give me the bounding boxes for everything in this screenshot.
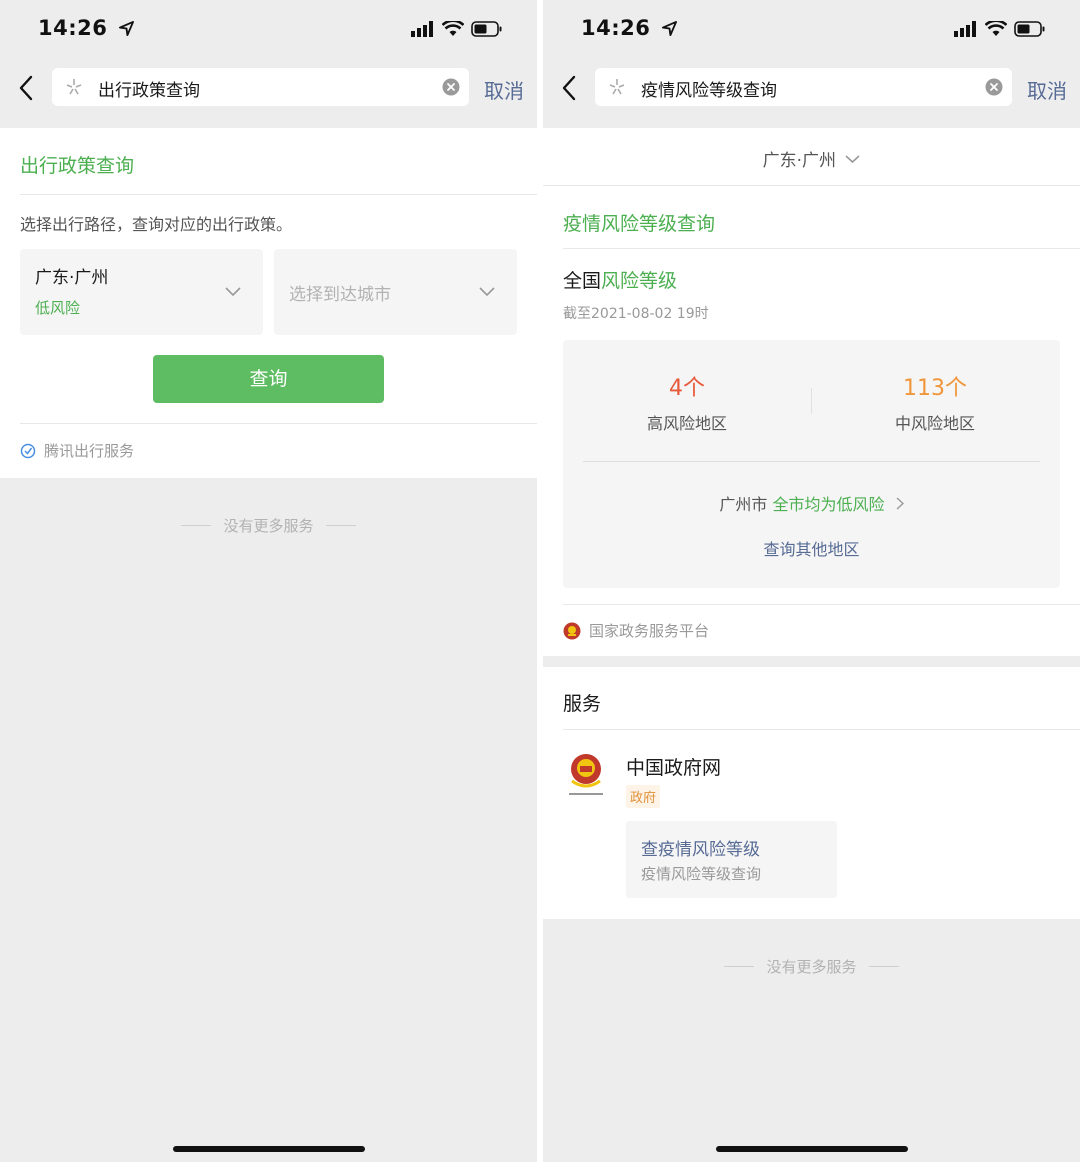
- service-action-subtitle: 疫情风险等级查询: [641, 865, 762, 883]
- gov-emblem-icon: [569, 754, 603, 795]
- no-more-label: 没有更多服务: [223, 517, 314, 535]
- source-row[interactable]: 腾讯出行服务: [20, 440, 134, 461]
- search-row: 出行政策查询 取消: [0, 60, 537, 128]
- clear-icon[interactable]: [442, 78, 460, 96]
- query-other-regions-link[interactable]: 查询其他地区: [563, 536, 1060, 560]
- chevron-right-icon: [896, 497, 904, 510]
- search-query: 出行政策查询: [98, 81, 200, 101]
- card-title: 出行政策查询: [20, 155, 135, 177]
- search-query: 疫情风险等级查询: [641, 81, 777, 101]
- no-more-label: 没有更多服务: [766, 958, 857, 976]
- nation-prefix: 全国: [563, 270, 602, 292]
- service-tag: 政府: [626, 785, 661, 808]
- national-emblem-icon: [563, 622, 581, 639]
- mid-risk-count: 113个: [903, 376, 967, 401]
- divider: [583, 461, 1040, 462]
- status-time: 14:26: [38, 16, 135, 40]
- high-risk-label: 高风险地区: [646, 414, 727, 433]
- status-time: 14:26: [581, 16, 678, 40]
- chevron-down-icon: [845, 155, 860, 164]
- back-icon[interactable]: [16, 74, 38, 102]
- services-title: 服务: [563, 693, 602, 715]
- divider-line: [325, 525, 356, 526]
- clock: 14:26: [581, 16, 651, 40]
- card-title: 疫情风险等级查询: [563, 213, 716, 235]
- cancel-button[interactable]: 取消: [1027, 75, 1067, 104]
- risk-level-card: 广东·广州 疫情风险等级查询 全国风险等级 截至2021-08-02 19时 4…: [543, 128, 1080, 656]
- location-label: 广东·广州: [762, 151, 836, 171]
- search-input[interactable]: 出行政策查询: [52, 68, 469, 106]
- status-bar: 14:26: [0, 0, 537, 60]
- city-risk-link[interactable]: 广州市 全市均为低风险: [563, 491, 1060, 515]
- city-status: 全市均为低风险: [772, 495, 885, 514]
- status-bar: 14:26: [543, 0, 1080, 60]
- travel-policy-card: 出行政策查询 选择出行路径，查询对应的出行政策。 广东·广州 低风险 选择到达城…: [0, 128, 537, 478]
- high-risk-count: 4个: [669, 376, 705, 401]
- divider: [543, 185, 1080, 186]
- nation-risk-title: 全国风险等级: [563, 266, 677, 293]
- search-logo-icon: [66, 79, 82, 95]
- origin-risk: 低风险: [35, 299, 81, 317]
- search-row: 疫情风险等级查询 取消: [543, 60, 1080, 128]
- services-card: 服务 中国政府网 政府 查疫情风险等级 疫情风险等级查询: [543, 667, 1080, 919]
- mid-risk-label: 中风险地区: [894, 414, 975, 433]
- city-name: 广州市: [719, 495, 768, 514]
- query-button[interactable]: 查询: [153, 355, 384, 403]
- search-logo-icon: [609, 79, 625, 95]
- search-input[interactable]: 疫情风险等级查询: [595, 68, 1012, 106]
- card-description: 选择出行路径，查询对应的出行政策。: [20, 215, 293, 234]
- origin-city: 广东·广州: [35, 268, 109, 288]
- chevron-down-icon: [225, 287, 241, 297]
- service-name[interactable]: 中国政府网: [626, 753, 721, 780]
- location-arrow-icon: [662, 21, 678, 36]
- battery-icon: [471, 21, 502, 37]
- clock: 14:26: [38, 16, 108, 40]
- location-arrow-icon: [119, 21, 135, 36]
- risk-stats-box: 4个 高风险地区 113个 中风险地区 广州市 全市均为低风险 查询其他地区: [563, 340, 1060, 588]
- source-label: 国家政务服务平台: [589, 622, 710, 640]
- divider: [20, 423, 537, 424]
- no-more-services: 没有更多服务: [543, 956, 1080, 977]
- cancel-button[interactable]: 取消: [484, 75, 524, 104]
- source-label: 腾讯出行服务: [44, 442, 135, 460]
- as-of-time: 截至2021-08-02 19时: [563, 306, 709, 322]
- divider-line: [868, 966, 899, 967]
- right-screen: 14:26 疫情风险等级查询 取消 广东·广州 疫情风险等级查询 全国风险等级 …: [543, 0, 1080, 1162]
- service-action-card[interactable]: 查疫情风险等级 疫情风险等级查询: [626, 821, 837, 898]
- divider-line: [724, 966, 755, 967]
- left-screen: 14:26 出行政策查询 取消 出行政策查询 选择出行路径，查询对应的出行政策。…: [0, 0, 537, 1162]
- service-action-title: 查疫情风险等级: [641, 840, 760, 860]
- divider: [563, 729, 1080, 730]
- clear-icon[interactable]: [985, 78, 1003, 96]
- divider-line: [181, 525, 212, 526]
- divider: [20, 194, 537, 195]
- battery-icon: [1014, 21, 1045, 37]
- source-row[interactable]: 国家政务服务平台: [563, 620, 709, 641]
- no-more-services: 没有更多服务: [0, 515, 537, 536]
- signal-icon: [411, 21, 433, 37]
- back-icon[interactable]: [559, 74, 581, 102]
- origin-select[interactable]: 广东·广州 低风险: [20, 249, 263, 335]
- location-picker[interactable]: 广东·广州: [543, 146, 1080, 171]
- divider: [563, 248, 1080, 249]
- nation-highlight: 风险等级: [601, 270, 678, 292]
- chevron-down-icon: [479, 287, 495, 297]
- destination-placeholder: 选择到达城市: [289, 285, 391, 305]
- signal-icon: [954, 21, 976, 37]
- destination-select[interactable]: 选择到达城市: [274, 249, 517, 335]
- wifi-icon: [985, 21, 1007, 36]
- high-risk-stat[interactable]: 4个 高风险地区: [563, 370, 811, 434]
- home-indicator[interactable]: [715, 1146, 908, 1152]
- wifi-icon: [442, 21, 464, 36]
- home-indicator[interactable]: [172, 1146, 365, 1152]
- mid-risk-stat[interactable]: 113个 中风险地区: [811, 370, 1059, 434]
- tencent-travel-icon: [20, 443, 36, 458]
- status-icons: [411, 21, 503, 37]
- status-icons: [954, 21, 1046, 37]
- divider: [563, 604, 1080, 605]
